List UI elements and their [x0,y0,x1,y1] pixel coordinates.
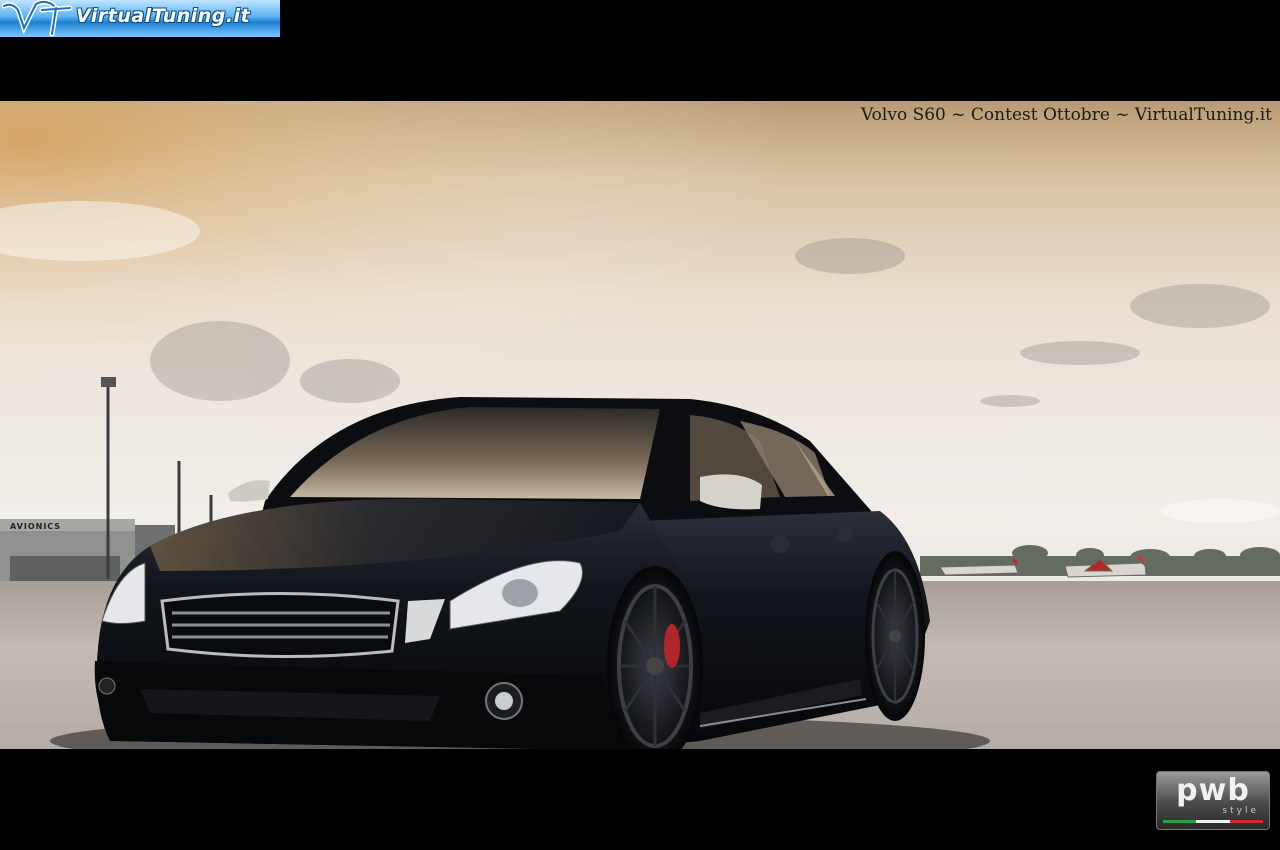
italian-flag-stripe [1163,820,1263,823]
car-photo: AVIONICS [0,101,1280,749]
wallpaper-page: VirtualTuning.it AVIONICS Volvo S60 ~ Co… [0,0,1280,850]
hangar-sign: AVIONICS [10,522,61,531]
vt-logo-icon [2,0,73,37]
photo-caption: Volvo S60 ~ Contest Ottobre ~ VirtualTun… [860,105,1272,125]
site-logo[interactable]: VirtualTuning.it [0,0,280,37]
pwb-logo-text: pwb [1176,773,1250,808]
pwb-style-watermark[interactable]: pwb style [1156,771,1270,830]
car-scene: AVIONICS [0,101,1280,749]
pwb-logo-subtext: style [1222,806,1259,816]
site-logo-text: VirtualTuning.it [76,5,251,27]
